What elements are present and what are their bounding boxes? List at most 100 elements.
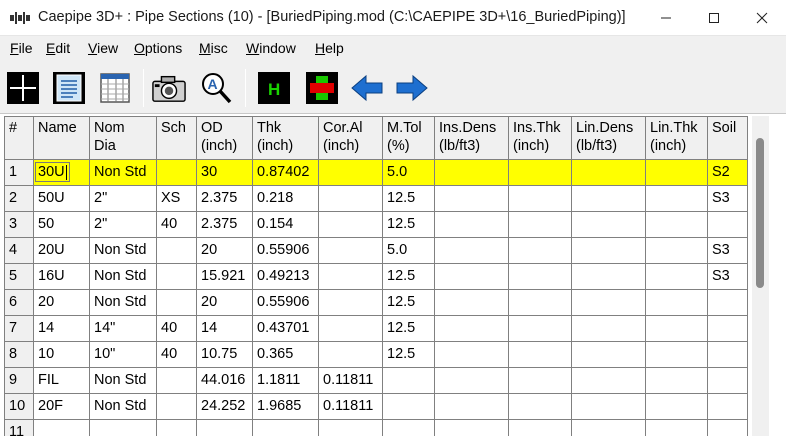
table-row[interactable]: 4 20U Non Std 20 0.55906 5.0 S3 (4, 237, 748, 264)
table-cell[interactable] (645, 315, 708, 342)
row-number[interactable]: 10 (4, 393, 34, 420)
column-header[interactable]: Thk (inch) (252, 116, 319, 160)
close-button[interactable] (738, 0, 786, 36)
table-cell[interactable] (434, 367, 509, 394)
table-row[interactable]: 6 20 Non Std 20 0.55906 12.5 (4, 289, 748, 316)
table-row[interactable]: 8 10 10" 40 10.75 0.365 12.5 (4, 341, 748, 368)
row-number[interactable]: 2 (4, 185, 34, 212)
table-cell[interactable] (508, 159, 572, 186)
vertical-scrollbar[interactable] (752, 116, 769, 436)
table-cell[interactable] (318, 315, 383, 342)
table-cell[interactable] (318, 289, 383, 316)
table-cell[interactable] (434, 263, 509, 290)
table-cell[interactable]: 24.252 (196, 393, 253, 420)
minimize-button[interactable] (642, 0, 690, 36)
table-cell[interactable] (571, 159, 646, 186)
column-header[interactable]: Sch (156, 116, 197, 160)
list-button[interactable] (98, 71, 132, 105)
snapshot-button[interactable] (152, 71, 186, 105)
table-cell[interactable] (571, 263, 646, 290)
menu-help[interactable]: Help (315, 40, 344, 56)
menu-file[interactable]: File (10, 40, 33, 56)
table-cell[interactable] (434, 341, 509, 368)
row-number[interactable]: 3 (4, 211, 34, 238)
table-cell[interactable]: 0.49213 (252, 263, 319, 290)
table-cell[interactable]: 0.365 (252, 341, 319, 368)
table-cell[interactable] (707, 289, 748, 316)
table-cell[interactable] (645, 393, 708, 420)
table-cell[interactable] (156, 159, 197, 186)
table-cell[interactable] (196, 419, 253, 436)
column-header[interactable]: Ins.Thk (inch) (508, 116, 572, 160)
table-cell[interactable]: 0.55906 (252, 289, 319, 316)
table-cell[interactable]: 12.5 (382, 263, 435, 290)
table-row[interactable]: 9 FIL Non Std 44.016 1.1811 0.11811 (4, 367, 748, 394)
table-cell[interactable]: 30U (33, 159, 90, 186)
column-header[interactable]: Cor.Al (inch) (318, 116, 383, 160)
table-cell[interactable]: 15.921 (196, 263, 253, 290)
table-cell[interactable] (571, 289, 646, 316)
table-cell[interactable]: 2" (89, 185, 157, 212)
table-cell[interactable] (645, 237, 708, 264)
table-cell[interactable] (318, 263, 383, 290)
table-cell[interactable]: 1.9685 (252, 393, 319, 420)
row-number[interactable]: 8 (4, 341, 34, 368)
table-cell[interactable] (571, 211, 646, 238)
table-cell[interactable] (382, 393, 435, 420)
table-cell[interactable]: 5.0 (382, 159, 435, 186)
column-header[interactable]: Lin.Dens (lb/ft3) (571, 116, 646, 160)
table-cell[interactable] (645, 367, 708, 394)
table-cell[interactable] (508, 185, 572, 212)
table-cell[interactable]: 10.75 (196, 341, 253, 368)
table-cell[interactable] (382, 419, 435, 436)
table-cell[interactable] (252, 419, 319, 436)
cell-editor-input[interactable]: 30U (35, 162, 70, 182)
table-cell[interactable]: 2.375 (196, 185, 253, 212)
table-cell[interactable] (707, 393, 748, 420)
row-number[interactable]: 6 (4, 289, 34, 316)
table-cell[interactable]: 10" (89, 341, 157, 368)
scrollbar-thumb[interactable] (756, 138, 764, 288)
table-cell[interactable] (508, 263, 572, 290)
h-button[interactable]: H (257, 71, 291, 105)
table-cell[interactable]: 2" (89, 211, 157, 238)
table-cell[interactable] (434, 315, 509, 342)
table-cell[interactable] (571, 367, 646, 394)
table-cell[interactable]: 14 (196, 315, 253, 342)
table-cell[interactable] (318, 419, 383, 436)
table-cell[interactable]: 12.5 (382, 211, 435, 238)
table-cell[interactable]: FIL (33, 367, 90, 394)
previous-button[interactable] (350, 71, 384, 105)
row-number[interactable]: 11 (4, 419, 34, 436)
text-button[interactable] (52, 71, 86, 105)
table-cell[interactable]: 14" (89, 315, 157, 342)
table-cell[interactable]: 12.5 (382, 341, 435, 368)
column-header[interactable]: Nom Dia (89, 116, 157, 160)
table-cell[interactable] (645, 159, 708, 186)
row-number[interactable]: 5 (4, 263, 34, 290)
column-header[interactable]: Lin.Thk (inch) (645, 116, 708, 160)
table-cell[interactable]: S3 (707, 263, 748, 290)
table-cell[interactable]: S3 (707, 237, 748, 264)
table-cell[interactable] (89, 419, 157, 436)
table-row[interactable]: 10 20F Non Std 24.252 1.9685 0.11811 (4, 393, 748, 420)
table-cell[interactable]: 44.016 (196, 367, 253, 394)
table-cell[interactable]: 1.1811 (252, 367, 319, 394)
table-cell[interactable]: Non Std (89, 367, 157, 394)
row-number[interactable]: 1 (4, 159, 34, 186)
table-cell[interactable] (318, 341, 383, 368)
table-cell[interactable]: Non Std (89, 289, 157, 316)
table-cell[interactable]: 0.154 (252, 211, 319, 238)
table-cell[interactable]: 40 (156, 341, 197, 368)
table-cell[interactable]: 0.218 (252, 185, 319, 212)
table-cell[interactable]: 0.55906 (252, 237, 319, 264)
column-header[interactable]: OD (inch) (196, 116, 253, 160)
menu-window[interactable]: Window (246, 40, 296, 56)
table-cell[interactable]: 0.43701 (252, 315, 319, 342)
table-cell[interactable] (508, 341, 572, 368)
menu-view[interactable]: View (88, 40, 118, 56)
table-cell[interactable]: 5.0 (382, 237, 435, 264)
table-cell[interactable] (382, 367, 435, 394)
table-cell[interactable] (508, 393, 572, 420)
table-cell[interactable]: 20 (33, 289, 90, 316)
